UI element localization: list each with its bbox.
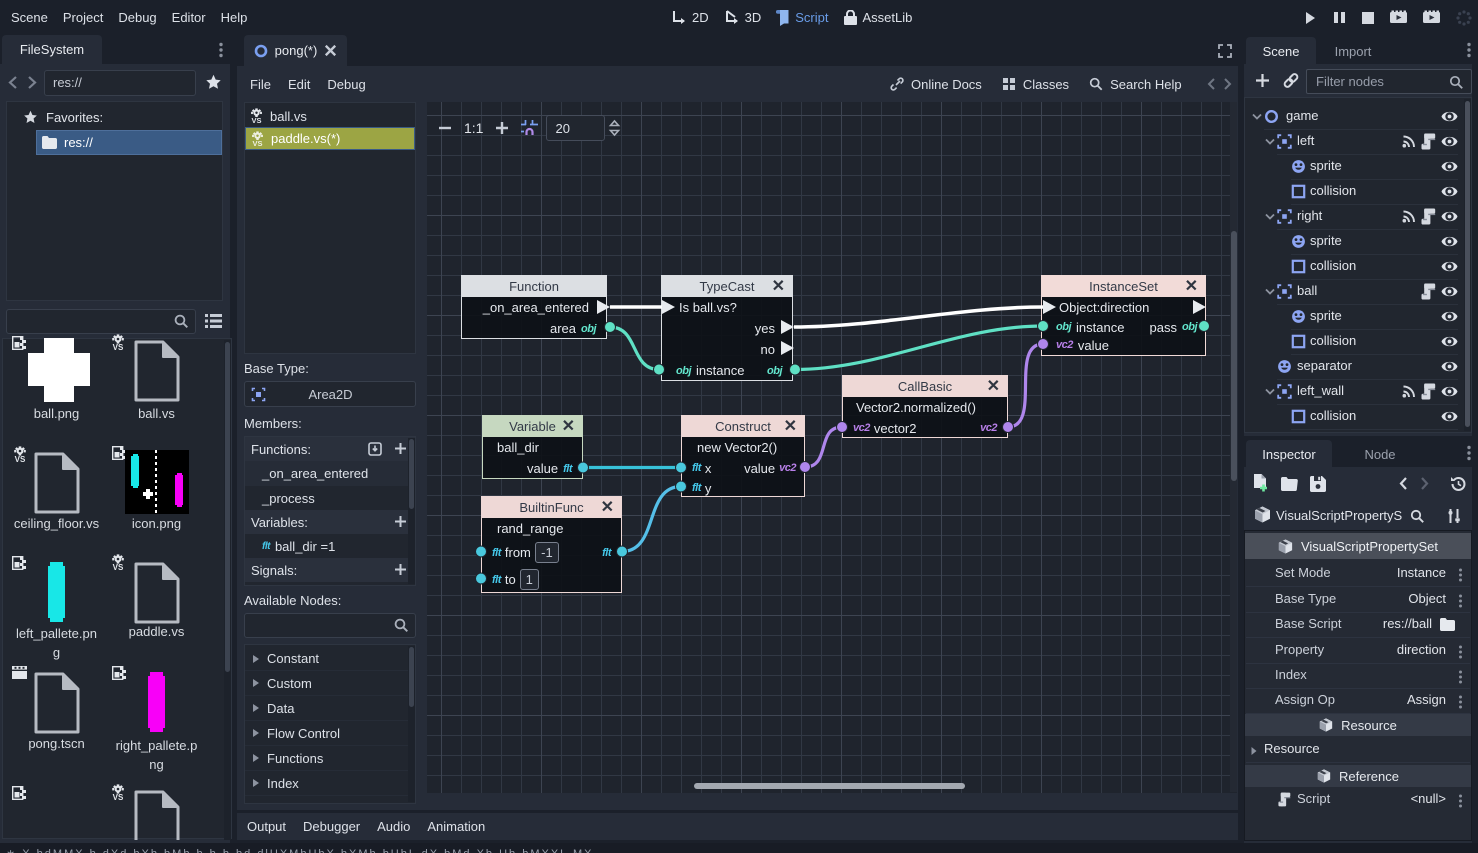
svg-text:VS: VS [113, 343, 124, 351]
svg-text:VS: VS [113, 563, 124, 571]
svg-text:VS: VS [15, 455, 26, 463]
svg-text:VS: VS [251, 116, 261, 124]
svg-text:VS: VS [252, 139, 262, 147]
svg-text:VS: VS [113, 793, 124, 801]
